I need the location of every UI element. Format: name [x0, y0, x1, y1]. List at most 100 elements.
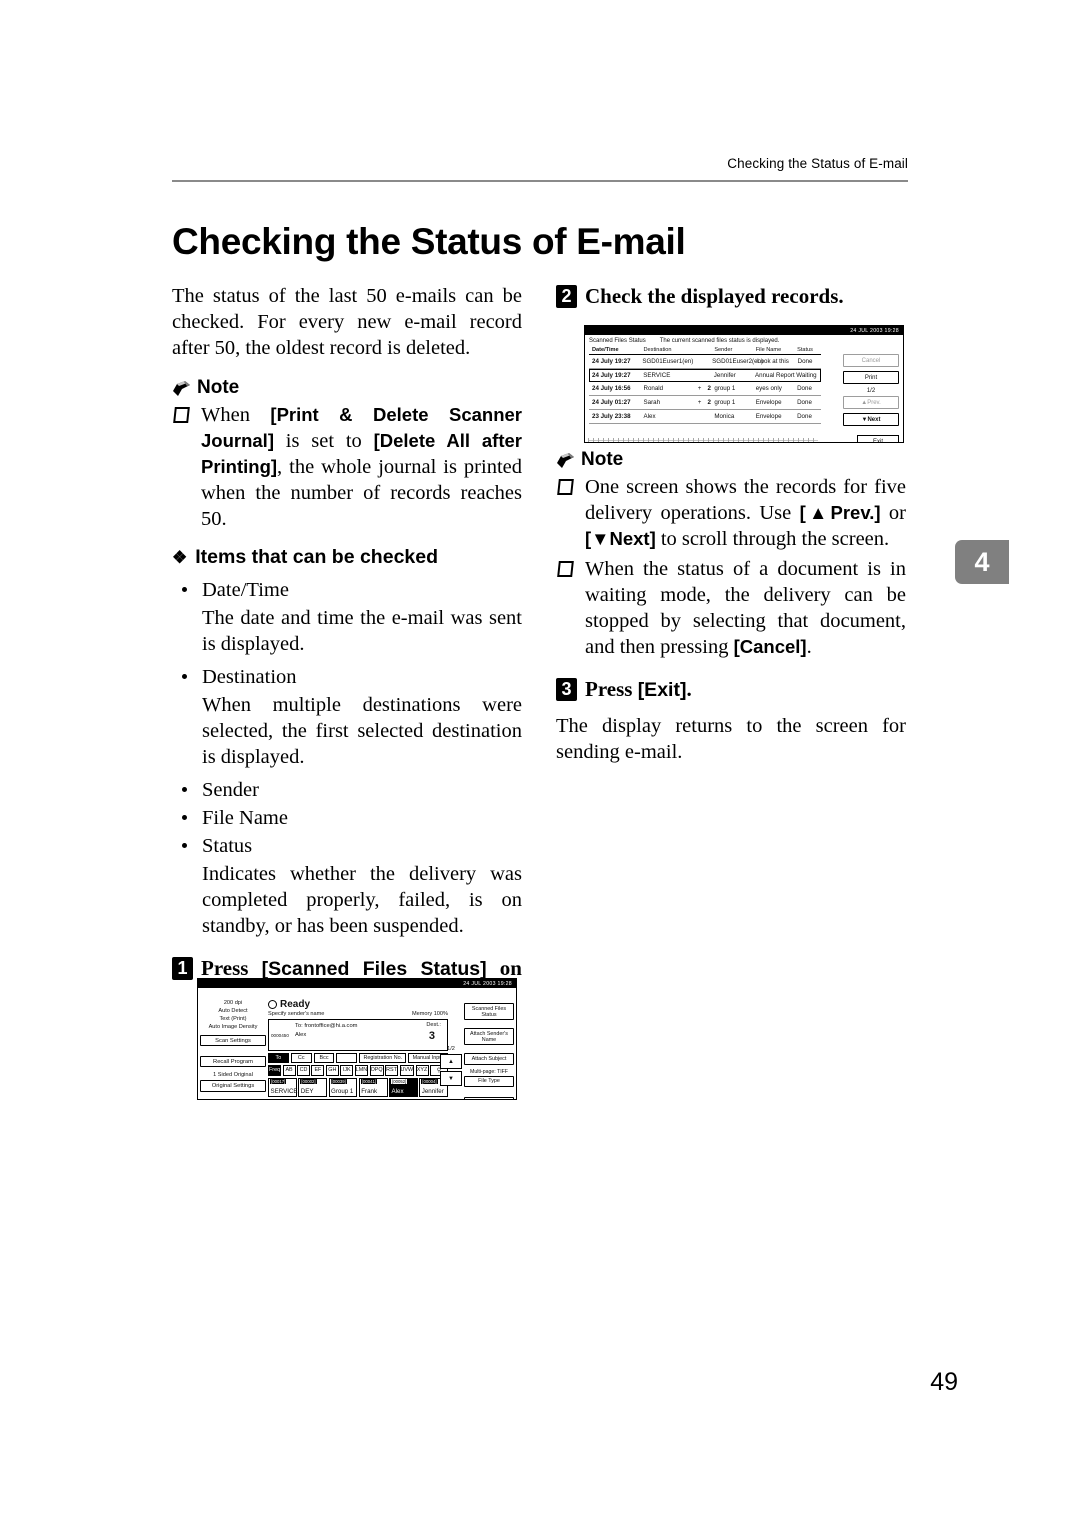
alpha-tab-ijk[interactable]: IJK — [340, 1065, 354, 1077]
scan-settings-button[interactable]: Scan Settings — [200, 1035, 266, 1047]
note-heading-right: Note — [556, 449, 906, 471]
list-item[interactable]: [00073]Sarah — [268, 1098, 297, 1099]
list-item[interactable]: [00052] Alex — [389, 1078, 418, 1098]
entry-id: [00039] — [330, 1079, 347, 1085]
list-item[interactable]: [00002] DEY — [298, 1078, 327, 1098]
status-screen-clock: 24 JUL 2003 19:28 — [585, 326, 903, 335]
list-item[interactable]: [00061]Ethel — [298, 1098, 327, 1099]
exit-button[interactable]: Exit — [857, 435, 899, 442]
destination-address: frontoffice@hi.a.com — [304, 1023, 358, 1029]
scroll-up-button[interactable]: ▲ — [440, 1054, 462, 1069]
file-type-button[interactable]: File Type — [464, 1075, 514, 1087]
table-row[interactable]: 23 July 23:38 Alex Monica Envelope Done — [589, 410, 821, 424]
alpha-tab-xyz[interactable]: XYZ — [415, 1065, 429, 1077]
select-stored-file-button[interactable]: Select Stored File — [464, 1096, 514, 1099]
grid-scroll-controls: 1/2 ▲ ▼ — [440, 1046, 462, 1088]
print-button[interactable]: Print — [843, 371, 899, 384]
tab-cc[interactable]: Cc — [290, 1053, 312, 1063]
alpha-tab-uvw[interactable]: UVW — [399, 1065, 415, 1077]
alpha-tab-gh[interactable]: GH — [325, 1065, 339, 1077]
tab-spacer[interactable] — [336, 1053, 358, 1063]
pencil-icon — [172, 380, 191, 397]
grid-row: [00017] SERVICE [00002] DEY [00039] Group 1… — [268, 1078, 448, 1098]
cell-status: Waiting — [796, 372, 817, 379]
destination-to-row: To: frontoffice@hi.a.com — [295, 1023, 358, 1029]
entry-id: [00004] — [421, 1079, 438, 1085]
cell-destination: SGD01Euser1(en) — [642, 358, 694, 365]
next-button[interactable]: ▼Next — [843, 413, 899, 426]
recall-program-button[interactable]: Recall Program — [200, 1056, 266, 1068]
setting-type: Text (Print) — [219, 1016, 247, 1022]
col-date-time: Date/Time — [592, 347, 619, 353]
alpha-tab-ab[interactable]: AB — [282, 1065, 296, 1077]
entry-name: Group 1 — [331, 1088, 354, 1096]
setting-density: Auto Image Density — [208, 1024, 258, 1030]
destination-display: 0000450 To: frontoffice@hi.a.com Alex De… — [268, 1019, 448, 1051]
status-screen-header: Scanned Files Status The current scanned… — [589, 338, 899, 344]
status-table-header: Date/Time Destination Sender File Name S… — [589, 347, 821, 355]
list-item-desc: Indicates whether the delivery was compl… — [202, 863, 522, 937]
status-row: Ready — [268, 999, 448, 1010]
ui-label: [▲Prev.] — [799, 502, 881, 523]
cell-sender: group 1 — [714, 385, 736, 392]
registration-no-button[interactable]: Registration No. — [359, 1053, 407, 1063]
table-row[interactable]: 24 July 19:27 SGD01Euser1(en) SGD01Euser… — [589, 355, 821, 369]
list-item[interactable]: [00017] SERVICE — [268, 1078, 298, 1098]
setting-size: Auto Detect — [218, 1008, 248, 1014]
prompt-row: Specify sender's name Memory 100% — [268, 1011, 448, 1017]
table-row[interactable]: 24 July 19:27 SERVICE Jennifer Annual Re… — [589, 369, 821, 382]
scanner-right-buttons: Scanned Files Status Attach Sender's Nam… — [464, 999, 514, 1099]
col-file-name: File Name — [755, 347, 782, 353]
alpha-tab-lmn[interactable]: LMN — [354, 1065, 369, 1077]
note-text: is set to — [273, 430, 374, 452]
scanned-files-status-screenshot: 24 JUL 2003 19:28 Scanned Files Status T… — [584, 325, 904, 443]
intro-paragraph: The status of the last 50 e-mails can be… — [172, 285, 522, 359]
note-text: When — [201, 404, 271, 426]
note-item: When [Print & Delete Scanner Journal] is… — [172, 402, 522, 532]
cell-file-name: Look at this — [757, 358, 789, 365]
tab-to[interactable]: To — [268, 1053, 289, 1063]
scanned-files-status-button[interactable]: Scanned Files Status — [464, 1003, 514, 1021]
cell-file-name: Envelope — [755, 413, 782, 420]
grid-row: [00073]Sarah [00061]Ethel [00060]Dorothy… — [268, 1098, 448, 1099]
list-item[interactable]: [00113]Sandy — [389, 1098, 418, 1099]
scrollbar-hatch[interactable] — [588, 438, 818, 442]
alpha-tab-rst[interactable]: RST — [385, 1065, 398, 1077]
attach-subject-button[interactable]: Attach Subject — [464, 1053, 514, 1065]
cell-sender: SGD01Euser2(en) — [712, 358, 764, 365]
entry-name: Frank — [361, 1088, 378, 1096]
list-item[interactable]: [00041] Frank — [358, 1078, 388, 1098]
note-label-right: Note — [581, 449, 624, 470]
list-item[interactable]: [00039] Group 1 — [328, 1078, 358, 1098]
step-3-description: The display returns to the screen for se… — [556, 715, 906, 763]
pencil-icon — [556, 452, 575, 469]
status-text: Ready — [280, 999, 311, 1010]
dest-count-label: Dest.: — [426, 1022, 441, 1028]
scroll-down-button[interactable]: ▼ — [440, 1071, 462, 1086]
entry-name: Jennifer — [421, 1088, 444, 1096]
file-type-value: Multi-page: TIFF — [470, 1068, 508, 1075]
alpha-tab-freq[interactable]: Freq — [268, 1065, 282, 1077]
ui-label: [Exit] — [637, 679, 687, 701]
list-item[interactable]: [00060]Dorothy — [328, 1098, 358, 1099]
cell-date: 24 July — [592, 385, 613, 392]
square-bullet-icon — [173, 407, 190, 423]
note-item: One screen shows the records for five de… — [556, 474, 906, 552]
col-destination: Destination — [643, 347, 672, 353]
tab-bcc[interactable]: Bcc — [313, 1053, 335, 1063]
address-mode-tabs: To Cc Bcc Registration No. Manual Input — [268, 1053, 449, 1063]
list-item: Date/Time — [172, 577, 522, 603]
dest-count-value: 3 — [428, 1030, 435, 1042]
list-item[interactable]: [00121]George — [419, 1098, 448, 1099]
alpha-tab-ef[interactable]: EF — [311, 1065, 325, 1077]
table-row[interactable]: 24 July 16:56 Ronald + 2 group 1 eyes on… — [589, 382, 821, 396]
table-row[interactable]: 24 July 01:27 Sarah + 2 group 1 Envelope… — [589, 396, 821, 410]
alpha-tab-opq[interactable]: OPQ — [369, 1065, 384, 1077]
list-item[interactable]: [00101]Ronald — [358, 1098, 388, 1099]
alpha-tab-cd[interactable]: CD — [297, 1065, 310, 1077]
prev-button[interactable]: ▲Prev. — [843, 396, 899, 409]
cancel-button[interactable]: Cancel — [843, 354, 899, 367]
attach-senders-name-button[interactable]: Attach Sender's Name — [464, 1028, 514, 1046]
original-settings-button[interactable]: Original Settings — [200, 1080, 266, 1092]
page-indicator: 1/2 — [866, 388, 876, 394]
